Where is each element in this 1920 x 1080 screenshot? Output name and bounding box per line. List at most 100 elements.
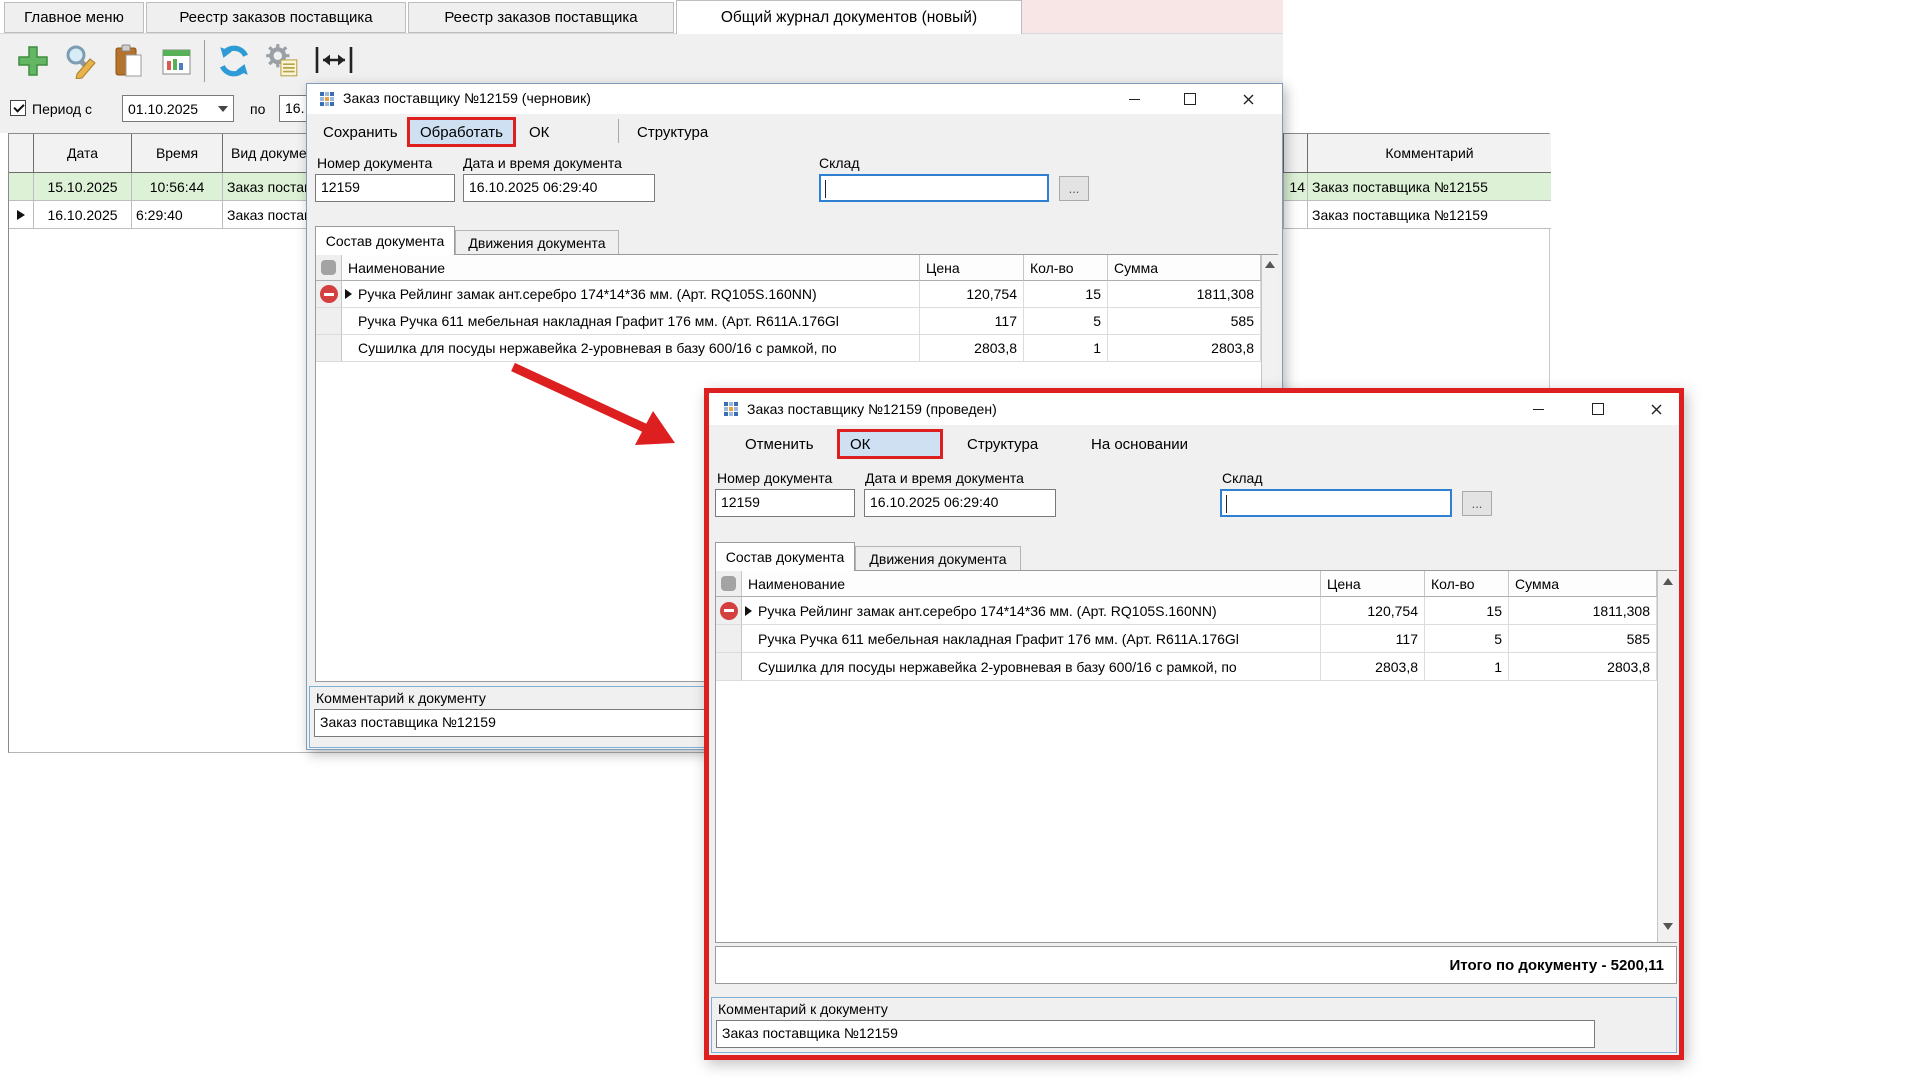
journal-row1-comment[interactable]: Заказ поставщика №12155: [1308, 173, 1551, 201]
period-from-combo[interactable]: 01.10.2025: [122, 95, 234, 122]
grid-header-price[interactable]: Цена: [920, 255, 1024, 281]
fit-width-icon[interactable]: [312, 42, 356, 78]
tab-supplier-orders-2[interactable]: Реестр заказов поставщика: [408, 2, 674, 33]
item-row3-qty[interactable]: 1: [1425, 653, 1509, 681]
grid-header-qty[interactable]: Кол-во: [1024, 255, 1108, 281]
grid-header-sum[interactable]: Сумма: [1509, 571, 1657, 597]
grid-header-qty[interactable]: Кол-во: [1425, 571, 1509, 597]
current-row-marker-icon: [345, 289, 352, 299]
journal-row1-selector[interactable]: [9, 173, 34, 201]
delete-row-icon[interactable]: [720, 602, 738, 620]
grid-scrollbar[interactable]: [1657, 571, 1677, 942]
maximize-button[interactable]: [1173, 87, 1207, 111]
tab-document-journal[interactable]: Общий журнал документов (новый): [676, 0, 1022, 34]
settings-icon[interactable]: [260, 40, 304, 82]
item-row3-price[interactable]: 2803,8: [920, 335, 1024, 362]
journal-row2-date[interactable]: 16.10.2025: [34, 201, 132, 229]
journal-row2-comment[interactable]: Заказ поставщика №12159: [1308, 201, 1551, 229]
view-edit-icon[interactable]: [60, 40, 102, 82]
excel-export-icon[interactable]: [156, 40, 198, 82]
maximize-button[interactable]: [1581, 397, 1615, 421]
number-field[interactable]: 12159: [715, 489, 855, 517]
item-row2-selector[interactable]: [316, 308, 342, 335]
item-row1-price[interactable]: 120,754: [920, 281, 1024, 308]
item-row1-qty[interactable]: 15: [1024, 281, 1108, 308]
minimize-button[interactable]: [1521, 397, 1555, 421]
item-row1-price[interactable]: 120,754: [1321, 597, 1425, 625]
tab-doc-movements[interactable]: Движения документа: [455, 230, 619, 254]
item-row2-selector[interactable]: [716, 625, 742, 653]
journal-header-time[interactable]: Время: [132, 134, 223, 173]
journal-header-comment[interactable]: Комментарий: [1308, 134, 1551, 173]
warehouse-browse-button[interactable]: ...: [1059, 176, 1089, 201]
item-row1-name[interactable]: Ручка Рейлинг замак ант.серебро 174*14*3…: [342, 281, 920, 308]
dialog-posted-titlebar[interactable]: Заказ поставщику №12159 (проведен): [709, 393, 1679, 425]
add-icon[interactable]: [12, 40, 54, 82]
warehouse-field[interactable]: [1220, 489, 1452, 517]
comment-input[interactable]: Заказ поставщика №12159: [716, 1020, 1595, 1048]
refresh-icon[interactable]: [212, 40, 256, 82]
menu-structure[interactable]: Структура: [637, 124, 727, 141]
item-row2-price[interactable]: 117: [1321, 625, 1425, 653]
item-row3-price[interactable]: 2803,8: [1321, 653, 1425, 681]
item-row1-selector[interactable]: [716, 597, 742, 625]
item-row1-sum[interactable]: 1811,308: [1509, 597, 1657, 625]
menu-cancel[interactable]: Отменить: [745, 436, 825, 453]
item-row2-price[interactable]: 117: [920, 308, 1024, 335]
item-row3-qty[interactable]: 1: [1024, 335, 1108, 362]
menu-process-highlighted[interactable]: Обработать: [407, 117, 516, 147]
tab-main-menu[interactable]: Главное меню: [4, 2, 144, 33]
grid-header-sum[interactable]: Сумма: [1108, 255, 1261, 281]
journal-header-date[interactable]: Дата: [34, 134, 132, 173]
grid-header-price[interactable]: Цена: [1321, 571, 1425, 597]
warehouse-field[interactable]: [819, 174, 1049, 202]
item-row2-qty[interactable]: 5: [1024, 308, 1108, 335]
tab-doc-content[interactable]: Состав документа: [315, 226, 455, 255]
journal-row1-date[interactable]: 15.10.2025: [34, 173, 132, 201]
delete-row-icon[interactable]: [320, 285, 338, 303]
number-field[interactable]: 12159: [315, 174, 455, 202]
journal-row2-selector[interactable]: [9, 201, 34, 229]
tab-doc-content[interactable]: Состав документа: [715, 542, 855, 571]
scroll-down-icon[interactable]: [1663, 923, 1673, 930]
item-row1-name[interactable]: Ручка Рейлинг замак ант.серебро 174*14*3…: [742, 597, 1321, 625]
menu-ok[interactable]: ОК: [529, 124, 569, 141]
period-checkbox[interactable]: [10, 100, 26, 116]
tab-supplier-orders-1[interactable]: Реестр заказов поставщика: [146, 2, 406, 33]
menu-ok-highlighted[interactable]: ОК: [837, 429, 943, 459]
item-row3-sum[interactable]: 2803,8: [1509, 653, 1657, 681]
item-row3-selector[interactable]: [316, 335, 342, 362]
document-icon: [319, 91, 335, 107]
item-row3-sum[interactable]: 2803,8: [1108, 335, 1261, 362]
item-row2-sum[interactable]: 585: [1108, 308, 1261, 335]
item-row1-sum[interactable]: 1811,308: [1108, 281, 1261, 308]
item-row2-sum[interactable]: 585: [1509, 625, 1657, 653]
item-row3-name[interactable]: Сушилка для посуды нержавейка 2-уровнева…: [742, 653, 1321, 681]
datetime-field[interactable]: 16.10.2025 06:29:40: [864, 489, 1056, 517]
menu-structure[interactable]: Структура: [967, 436, 1057, 453]
journal-row2-tail[interactable]: [1284, 201, 1308, 229]
journal-row2-time[interactable]: 6:29:40: [132, 201, 223, 229]
menu-basis[interactable]: На основании: [1091, 436, 1211, 453]
minimize-button[interactable]: [1117, 87, 1151, 111]
item-row2-qty[interactable]: 5: [1425, 625, 1509, 653]
datetime-field[interactable]: 16.10.2025 06:29:40: [463, 174, 655, 202]
item-row2-name[interactable]: Ручка Ручка 611 мебельная накладная Граф…: [742, 625, 1321, 653]
scroll-up-icon[interactable]: [1663, 578, 1673, 585]
tab-doc-movements[interactable]: Движения документа: [855, 546, 1021, 570]
grid-header-name[interactable]: Наименование: [342, 255, 920, 281]
item-row1-selector[interactable]: [316, 281, 342, 308]
grid-header-name[interactable]: Наименование: [742, 571, 1321, 597]
dialog-draft-titlebar[interactable]: Заказ поставщику №12159 (черновик): [307, 84, 1282, 114]
close-button[interactable]: [1639, 397, 1673, 421]
item-row1-qty[interactable]: 15: [1425, 597, 1509, 625]
paste-icon[interactable]: [108, 40, 150, 82]
item-row2-name[interactable]: Ручка Ручка 611 мебельная накладная Граф…: [342, 308, 920, 335]
journal-row1-tail[interactable]: 14: [1284, 173, 1308, 201]
menu-save[interactable]: Сохранить: [323, 124, 409, 141]
journal-row1-time[interactable]: 10:56:44: [132, 173, 223, 201]
close-button[interactable]: [1231, 87, 1265, 111]
warehouse-browse-button[interactable]: ...: [1462, 491, 1492, 516]
item-row3-selector[interactable]: [716, 653, 742, 681]
scroll-up-icon[interactable]: [1265, 261, 1275, 268]
